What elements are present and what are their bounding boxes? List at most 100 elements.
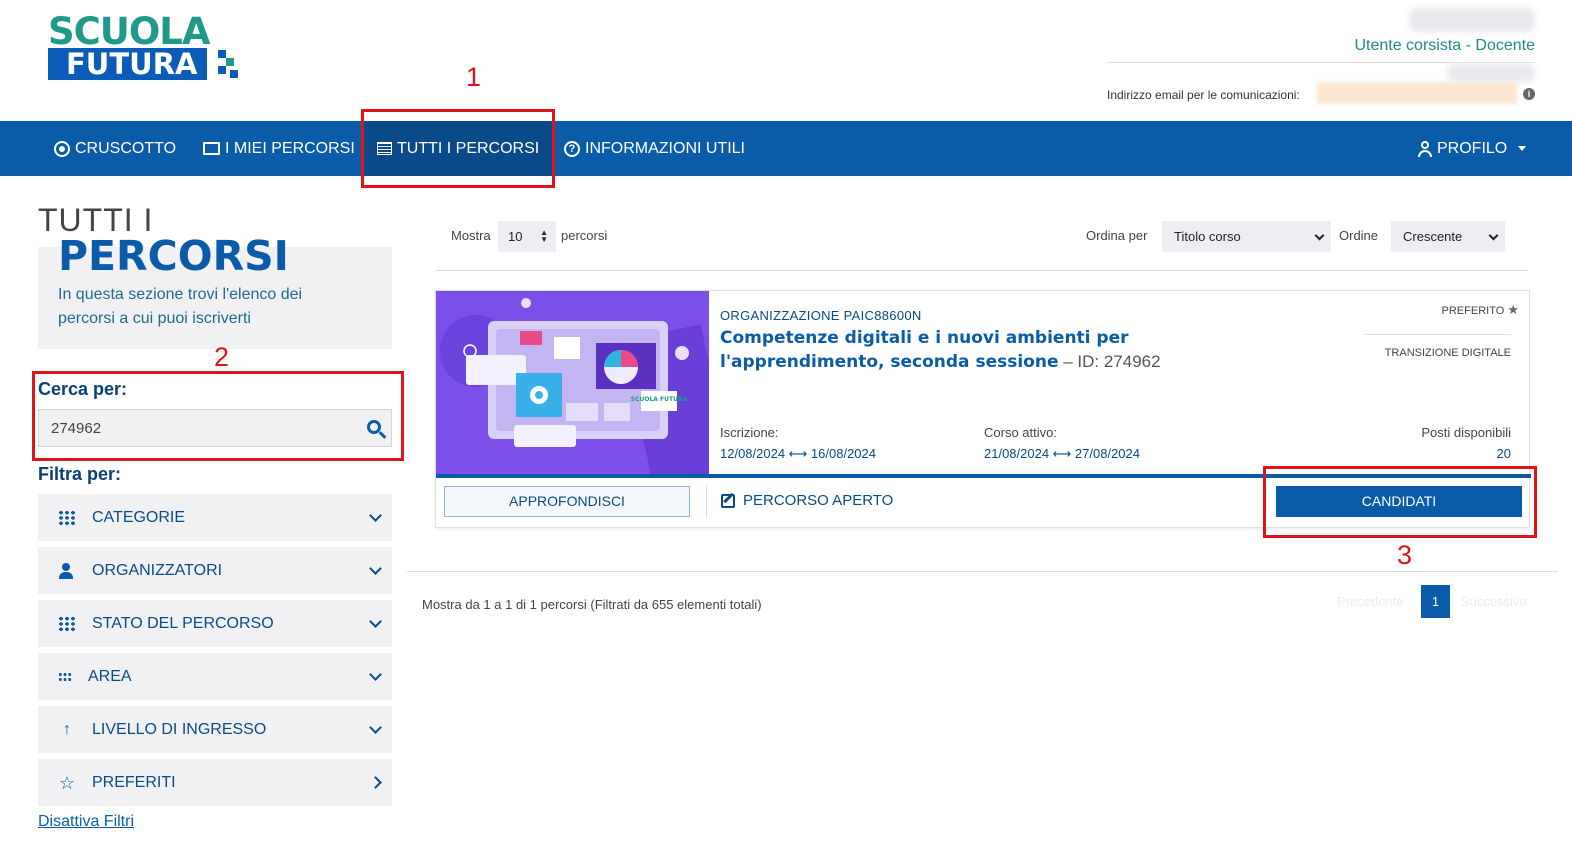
order-value: Crescente: [1403, 229, 1463, 244]
pagination-prev[interactable]: Precedente: [1337, 594, 1404, 609]
nav-informazioni[interactable]: ? INFORMAZIONI UTILI: [564, 121, 745, 176]
course-title[interactable]: Competenze digitali e i nuovi ambienti p…: [720, 327, 1280, 374]
order-select[interactable]: Crescente: [1391, 221, 1505, 252]
sort-value: Titolo corso: [1174, 229, 1241, 244]
enroll-label: Iscrizione:: [720, 425, 779, 440]
edit-icon: [721, 492, 735, 508]
user-role: Utente corsista - Docente: [1354, 37, 1535, 54]
filter-livello[interactable]: ↑ LIVELLO DI INGRESSO: [38, 706, 392, 753]
nav-profilo-label: PROFILO: [1437, 140, 1508, 157]
nav-miei-percorsi[interactable]: I MIEI PERCORSI: [203, 121, 355, 176]
scuola-futura-logo[interactable]: SCUOLA FUTURA: [48, 10, 240, 80]
nav-miei-percorsi-label: I MIEI PERCORSI: [225, 140, 355, 157]
course-status-label: PERCORSO APERTO: [743, 492, 894, 509]
chevron-down-icon: [369, 509, 382, 522]
seats-value: 20: [1496, 446, 1511, 461]
nav-informazioni-label: INFORMAZIONI UTILI: [585, 140, 745, 157]
show-suffix: percorsi: [561, 228, 608, 243]
chevron-down-icon: [369, 615, 382, 628]
course-category-label: TRANSIZIONE DIGITALE: [1384, 347, 1511, 359]
pagination-current[interactable]: 1: [1421, 585, 1450, 618]
course-status-link[interactable]: PERCORSO APERTO: [721, 492, 893, 509]
annotation-number-3: 3: [1397, 540, 1413, 570]
course-id: – ID: 274962: [1058, 352, 1161, 371]
chevron-down-icon: [369, 562, 382, 575]
user-icon: [1418, 140, 1432, 157]
filter-stato[interactable]: STATO DEL PERCORSO: [38, 600, 392, 647]
filter-label: Filtra per:: [38, 464, 122, 484]
filter-organizzatori-label: ORGANIZZATORI: [92, 561, 223, 579]
pagination-info: Mostra da 1 a 1 di 1 percorsi (Filtrati …: [422, 597, 762, 612]
show-count-value: 10: [508, 229, 523, 244]
seats-label: Posti disponibili: [1421, 425, 1511, 440]
filter-preferiti-label: PREFERITI: [92, 773, 176, 791]
star-icon: ☆: [58, 772, 76, 793]
favorite-toggle[interactable]: PREFERITO ★: [1442, 302, 1519, 318]
filter-stato-label: STATO DEL PERCORSO: [92, 614, 274, 632]
target-icon: [54, 140, 70, 157]
filter-livello-label: LIVELLO DI INGRESSO: [92, 720, 267, 738]
page-description: In questa sezione trovi l'elenco dei per…: [58, 286, 303, 327]
nav-cruscotto[interactable]: CRUSCOTTO: [54, 121, 176, 176]
logo-pixel: [218, 50, 226, 58]
active-label: Corso attivo:: [984, 425, 1057, 440]
grid-icon: [58, 615, 76, 632]
course-image: SCUOLA FUTURA: [436, 291, 709, 474]
sort-select[interactable]: Titolo corso: [1162, 221, 1331, 252]
arrow-up-icon: ↑: [63, 720, 71, 738]
chevron-down-icon: [369, 668, 382, 681]
main-navbar: CRUSCOTTO I MIEI PERCORSI TUTTI I PERCOR…: [0, 121, 1572, 176]
chevron-down-icon: [369, 721, 382, 734]
image-badge: SCUOLA FUTURA: [631, 396, 688, 403]
order-label: Ordine: [1339, 228, 1379, 243]
filter-preferiti[interactable]: ☆ PREFERITI: [38, 759, 392, 806]
annotation-number-2: 2: [214, 342, 230, 372]
chevron-down-icon: [1518, 146, 1527, 151]
email-label: Indirizzo email per le comunicazioni:: [1107, 88, 1300, 102]
course-illustration: SCUOLA FUTURA: [436, 291, 709, 474]
monitor-icon: [203, 142, 220, 155]
logo-pixel: [218, 66, 226, 74]
active-dates: 21/08/2024 ⟷ 27/08/2024: [984, 446, 1140, 461]
filter-categorie-label: CATEGORIE: [92, 508, 186, 526]
pagination-next[interactable]: Successivo: [1461, 594, 1527, 609]
annotation-box-2: [32, 371, 404, 461]
user-info-block: Utente corsista - Docente Indirizzo emai…: [1107, 6, 1535, 116]
filter-categorie[interactable]: CATEGORIE: [38, 494, 392, 541]
filter-area[interactable]: AREA: [38, 653, 392, 700]
enroll-dates: 12/08/2024 ⟷ 16/08/2024: [720, 446, 876, 461]
logo-pixel: [230, 70, 238, 78]
nav-profilo[interactable]: PROFILO: [1418, 121, 1527, 176]
nav-cruscotto-label: CRUSCOTTO: [75, 140, 177, 157]
details-button[interactable]: APPROFONDISCI: [444, 486, 690, 517]
favorite-label: PREFERITO: [1441, 305, 1505, 317]
user-extra-redacted: [1447, 64, 1535, 82]
question-icon: ?: [564, 140, 580, 157]
dots-grid-icon: [58, 671, 72, 682]
sort-label: Ordina per: [1086, 228, 1148, 243]
logo-line2: FUTURA: [48, 48, 208, 80]
logo-line1: SCUOLA: [48, 10, 211, 53]
logo-pixel: [226, 58, 234, 66]
chevron-right-icon: [369, 776, 382, 789]
annotation-number-1: 1: [466, 62, 482, 92]
annotation-box-1: [361, 109, 555, 188]
info-icon[interactable]: i: [1523, 88, 1535, 100]
show-label: Mostra: [451, 228, 491, 243]
chevron-down-icon: [1314, 230, 1325, 241]
filter-area-label: AREA: [88, 667, 132, 685]
course-organization: ORGANIZZAZIONE PAIC88600N: [720, 308, 922, 323]
pagination-divider: [407, 571, 1558, 572]
updown-icon: ▲ ▼: [540, 228, 548, 244]
footer-divider: [706, 486, 707, 518]
user-name-redacted: [1409, 8, 1535, 32]
grid-icon: [58, 509, 76, 526]
filter-organizzatori[interactable]: ORGANIZZATORI: [38, 547, 392, 594]
annotation-box-3: [1263, 466, 1537, 538]
disable-filters-link[interactable]: Disattiva Filtri: [38, 813, 134, 831]
email-redacted: [1317, 82, 1517, 104]
user-divider: [1107, 62, 1535, 63]
course-category: TRANSIZIONE DIGITALE: [1365, 334, 1511, 359]
toolbar-divider: [436, 270, 1528, 271]
show-count-select[interactable]: 10 ▲ ▼: [498, 221, 556, 252]
